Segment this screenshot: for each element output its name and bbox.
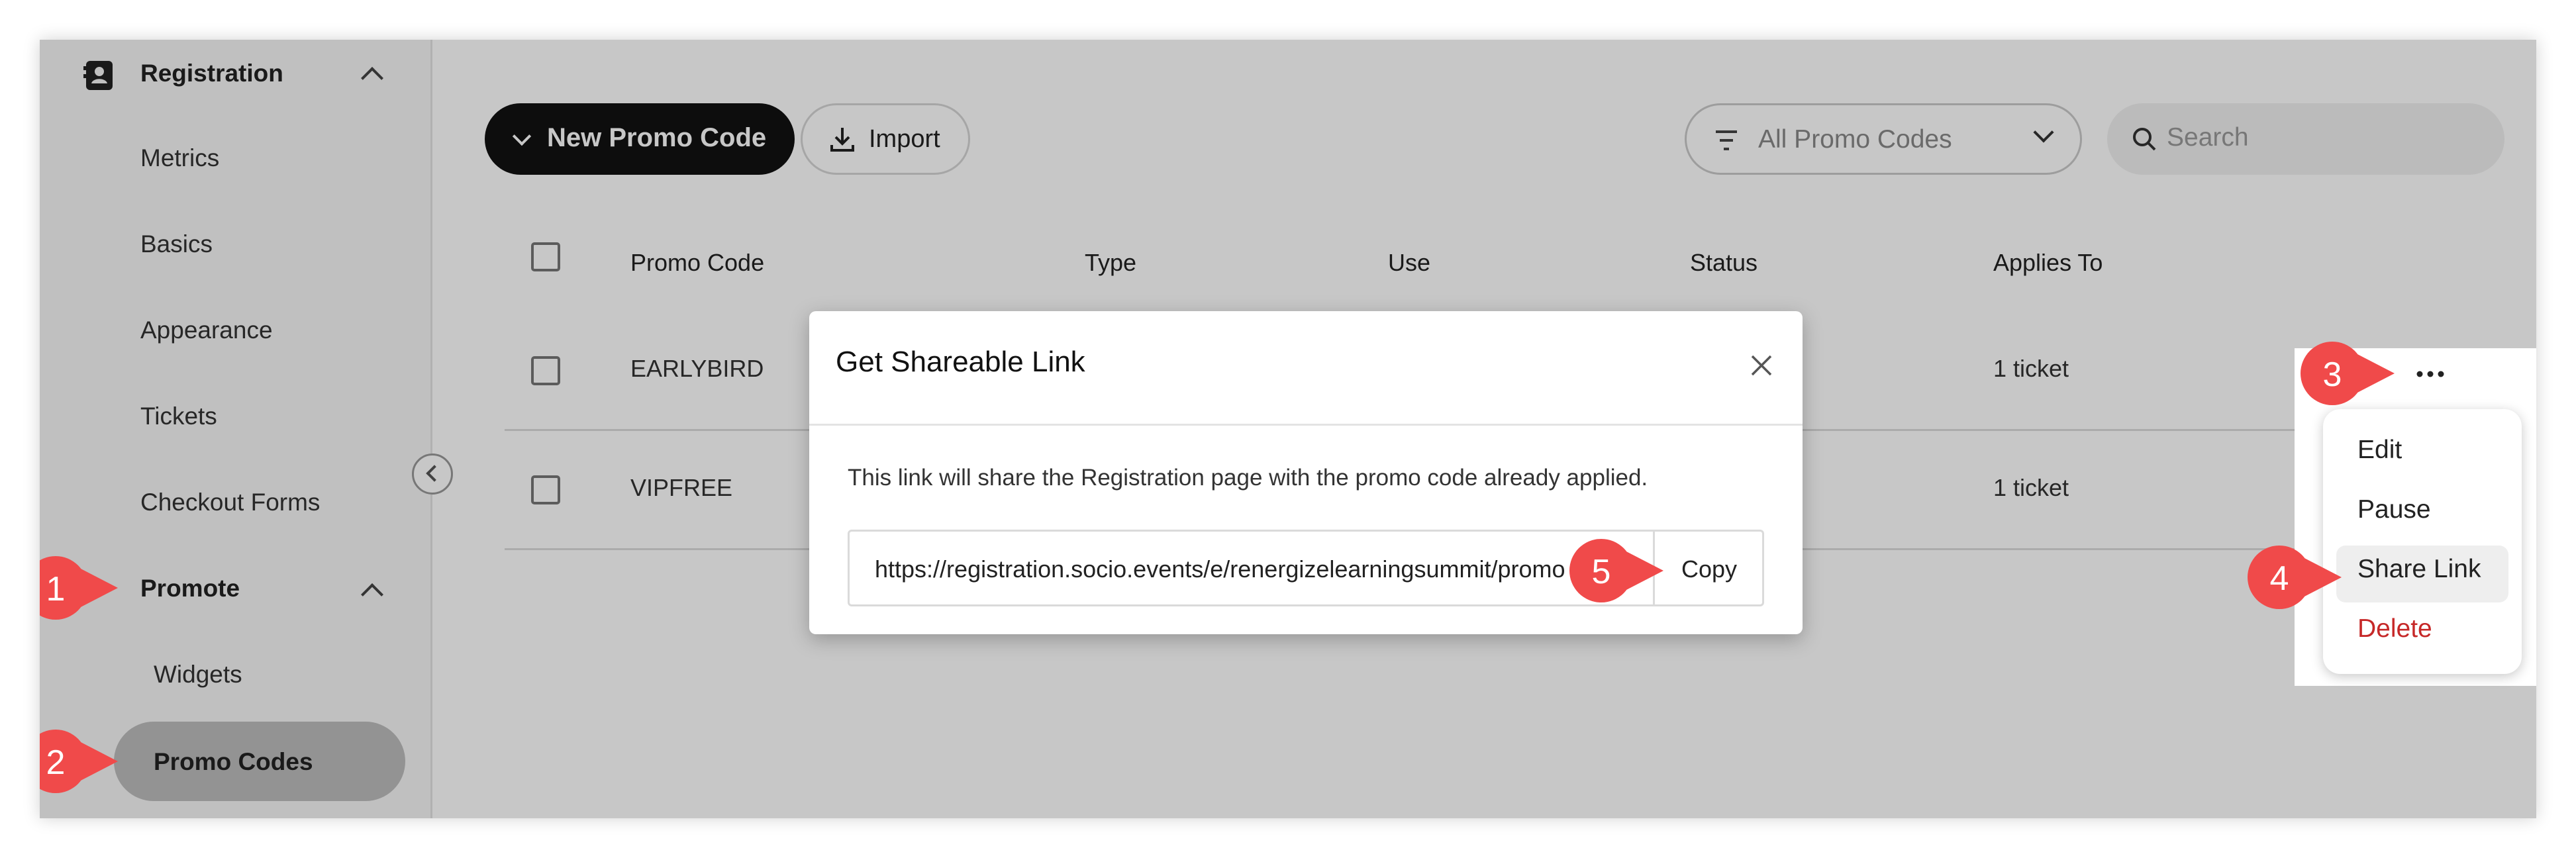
close-icon[interactable]	[1750, 354, 1773, 377]
menu-item-delete[interactable]: Delete	[2357, 614, 2432, 644]
dialog-description: This link will share the Registration pa…	[848, 465, 1648, 491]
row-actions-menu: Edit Pause Share Link Delete	[2323, 409, 2522, 674]
callout-marker-4: 4	[2245, 544, 2344, 610]
callout-marker-3: 3	[2298, 340, 2397, 406]
menu-item-pause[interactable]: Pause	[2357, 495, 2431, 524]
menu-item-share-link[interactable]: Share Link	[2357, 555, 2481, 584]
menu-item-edit[interactable]: Edit	[2357, 436, 2402, 465]
callout-number: 3	[2322, 356, 2342, 394]
callout-marker-2: 2	[40, 728, 121, 794]
callout-marker-1: 1	[40, 555, 121, 621]
app-window: Registration Metrics Basics Appearance T…	[40, 40, 2536, 818]
copy-button[interactable]: Copy	[1653, 532, 1762, 604]
copy-label: Copy	[1681, 555, 1738, 583]
dialog-title: Get Shareable Link	[836, 346, 1085, 378]
share-link-url[interactable]: https://registration.socio.events/e/rene…	[875, 555, 1570, 583]
callout-marker-5: 5	[1567, 538, 1666, 604]
callout-number: 4	[2269, 559, 2289, 598]
dialog-divider	[809, 424, 1803, 426]
callout-number: 1	[46, 570, 66, 608]
callout-number: 5	[1591, 553, 1611, 591]
callout-number: 2	[46, 743, 66, 782]
more-options-icon[interactable]	[2404, 358, 2457, 391]
